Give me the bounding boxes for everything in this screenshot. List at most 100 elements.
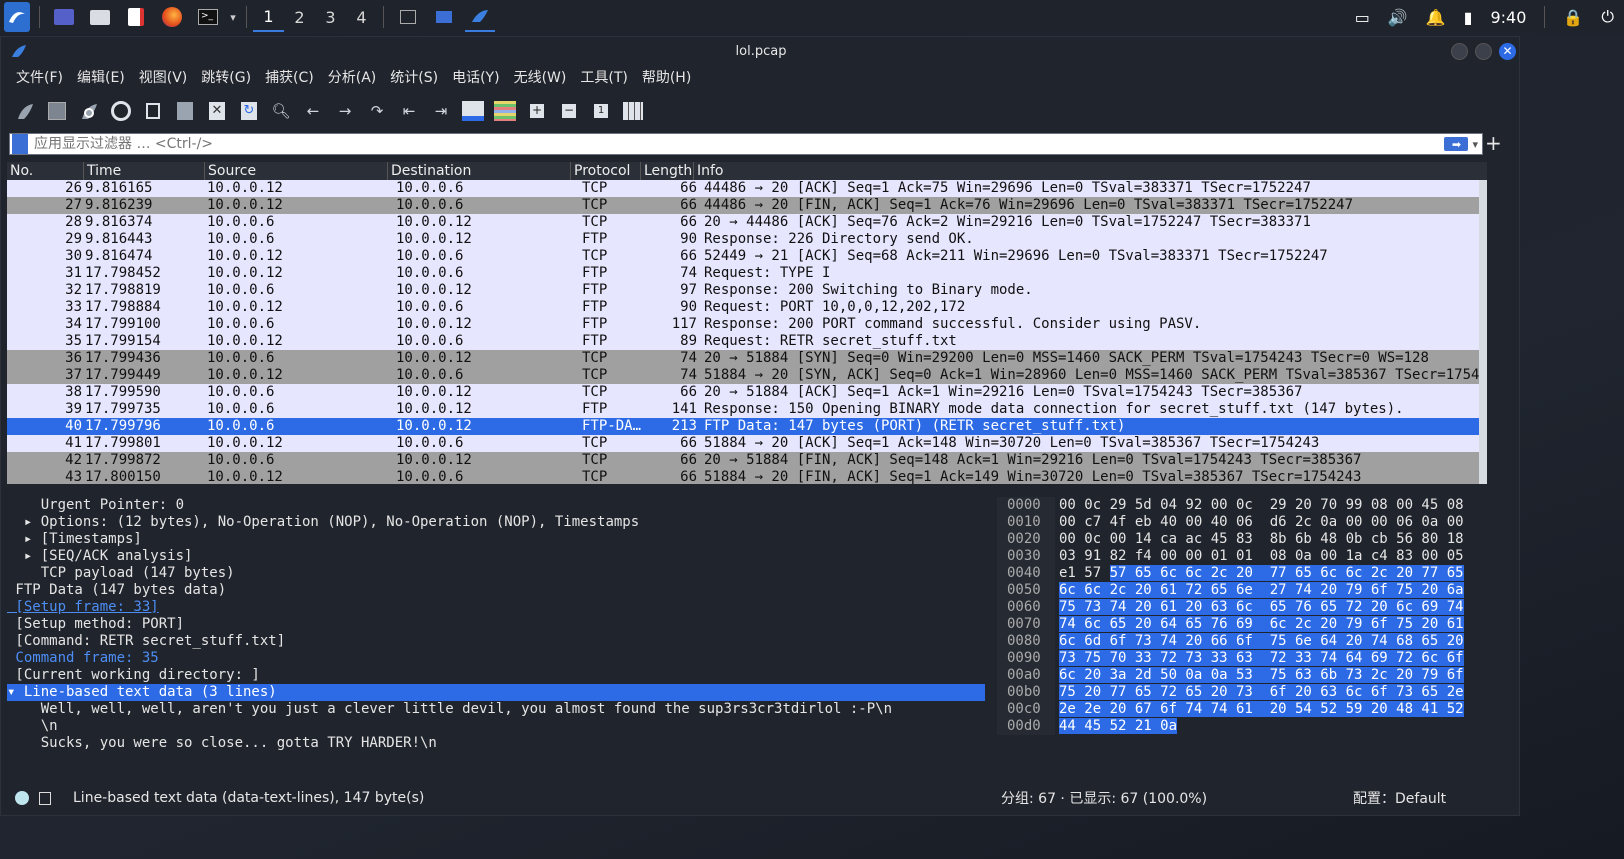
hex-row[interactable]: 0000 00 0c 29 5d 04 92 00 0c 29 20 70 99 …: [997, 497, 1503, 514]
hex-row[interactable]: 0040 e1 57 57 65 6c 6c 2c 20 77 65 6c 6c …: [997, 565, 1503, 582]
open-file-icon[interactable]: [137, 96, 169, 126]
capture-options-icon[interactable]: [105, 96, 137, 126]
detail-tree-item[interactable]: [Command: RETR secret_stuff.txt]: [7, 633, 985, 650]
column-header-source[interactable]: Source: [205, 162, 388, 180]
colorize-icon[interactable]: [489, 96, 521, 126]
add-filter-button[interactable]: +: [1485, 131, 1502, 155]
filter-dropdown-icon[interactable]: ▾: [1472, 138, 1478, 151]
table-row[interactable]: 40 17.799796 10.0.0.6 10.0.0.12 FTP-DA… 213 FT…: [7, 418, 1487, 435]
detail-tree-item[interactable]: \n: [7, 718, 985, 735]
table-row[interactable]: 33 17.798884 10.0.0.12 10.0.0.6 FTP 90 Request…: [7, 299, 1487, 316]
menu-wireless[interactable]: 无线(W): [507, 66, 574, 90]
workspace-4[interactable]: 4: [346, 2, 377, 32]
column-header-time[interactable]: Time: [84, 162, 205, 180]
restart-capture-icon[interactable]: [73, 96, 105, 126]
hex-row[interactable]: 00a0 6c 20 3a 2d 50 0a 0a 53 75 63 6b 73 …: [997, 667, 1503, 684]
hex-row[interactable]: 00b0 75 20 77 65 72 65 20 73 6f 20 63 6c …: [997, 684, 1503, 701]
go-to-packet-icon[interactable]: ↷: [361, 96, 393, 126]
lock-icon[interactable]: 🔒: [1563, 8, 1583, 27]
stop-capture-icon[interactable]: [41, 96, 73, 126]
menu-help[interactable]: 帮助(H): [635, 66, 698, 90]
table-row[interactable]: 30 9.816474 10.0.0.12 10.0.0.6 TCP 66 52449 → …: [7, 248, 1487, 265]
battery-icon[interactable]: ▮: [1464, 8, 1473, 27]
status-profile[interactable]: 配置：Default: [1353, 788, 1446, 808]
menu-view[interactable]: 视图(V): [132, 66, 195, 90]
table-row[interactable]: 41 17.799801 10.0.0.12 10.0.0.6 TCP 66 51884 →…: [7, 435, 1487, 452]
hex-row[interactable]: 0080 6c 6d 6f 73 74 20 66 6f 75 6e 64 20 …: [997, 633, 1503, 650]
hex-row[interactable]: 0020 00 0c 00 14 ca ac 45 83 8b 6b 48 0b …: [997, 531, 1503, 548]
chevron-down-icon[interactable]: ▾: [226, 2, 240, 32]
power-icon[interactable]: ⏻: [1601, 7, 1614, 27]
kali-menu-icon[interactable]: [4, 2, 30, 32]
text-editor-icon[interactable]: [121, 2, 151, 32]
apply-filter-button[interactable]: ➡: [1444, 137, 1469, 151]
table-row[interactable]: 39 17.799735 10.0.0.6 10.0.0.12 FTP 141 Respon…: [7, 401, 1487, 418]
column-header-length[interactable]: Length: [641, 162, 694, 180]
hex-row[interactable]: 0060 75 73 74 20 61 20 63 6c 65 76 65 72 …: [997, 599, 1503, 616]
folder-window-icon[interactable]: [429, 2, 459, 32]
detail-tree-item[interactable]: ▸ [Timestamps]: [7, 531, 985, 548]
hex-row[interactable]: 0010 00 c7 4f eb 40 00 40 06 d6 2c 0a 00 …: [997, 514, 1503, 531]
close-button[interactable]: ✕: [1499, 43, 1516, 60]
workspace-2[interactable]: 2: [284, 2, 315, 32]
column-header-protocol[interactable]: Protocol: [571, 162, 641, 180]
menu-analyze[interactable]: 分析(A): [321, 66, 384, 90]
detail-tree-item[interactable]: Urgent Pointer: 0: [7, 497, 985, 514]
table-row[interactable]: 27 9.816239 10.0.0.12 10.0.0.6 TCP 66 44486 → …: [7, 197, 1487, 214]
go-back-icon[interactable]: ←: [297, 96, 329, 126]
detail-tree-item[interactable]: [Setup method: PORT]: [7, 616, 985, 633]
table-row[interactable]: 43 17.800150 10.0.0.12 10.0.0.6 TCP 66 51884 →…: [7, 469, 1487, 484]
table-row[interactable]: 28 9.816374 10.0.0.6 10.0.0.12 TCP 66 20 → 444…: [7, 214, 1487, 231]
menu-tools[interactable]: 工具(T): [573, 66, 634, 90]
table-row[interactable]: 31 17.798452 10.0.0.12 10.0.0.6 FTP 74 Request…: [7, 265, 1487, 282]
table-row[interactable]: 37 17.799449 10.0.0.12 10.0.0.6 TCP 74 51884 →…: [7, 367, 1487, 384]
table-row[interactable]: 36 17.799436 10.0.0.6 10.0.0.12 TCP 74 20 → 51…: [7, 350, 1487, 367]
wireshark-window-icon[interactable]: [465, 2, 495, 32]
detail-tree-item[interactable]: FTP Data (147 bytes data): [7, 582, 985, 599]
table-row[interactable]: 34 17.799100 10.0.0.6 10.0.0.12 FTP 117 Respon…: [7, 316, 1487, 333]
save-file-icon[interactable]: [169, 96, 201, 126]
display-filter-input[interactable]: [28, 134, 1445, 154]
autoscroll-icon[interactable]: [457, 96, 489, 126]
column-header-no[interactable]: No.: [7, 162, 84, 180]
table-row[interactable]: 38 17.799590 10.0.0.6 10.0.0.12 TCP 66 20 → 51…: [7, 384, 1487, 401]
table-row[interactable]: 42 17.799872 10.0.0.6 10.0.0.12 TCP 66 20 → 51…: [7, 452, 1487, 469]
menu-statistics[interactable]: 统计(S): [383, 66, 445, 90]
menu-edit[interactable]: 编辑(E): [70, 66, 132, 90]
notification-bell-icon[interactable]: 🔔: [1426, 8, 1446, 27]
detail-tree-item[interactable]: [Current working directory: ]: [7, 667, 985, 684]
hex-row[interactable]: 0050 6c 6c 2c 20 61 72 65 6e 27 74 20 79 …: [997, 582, 1503, 599]
table-row[interactable]: 29 9.816443 10.0.0.6 10.0.0.12 FTP 90 Response…: [7, 231, 1487, 248]
zoom-in-icon[interactable]: +: [521, 96, 553, 126]
workspace-1[interactable]: 1: [253, 2, 284, 32]
resize-columns-icon[interactable]: [617, 96, 649, 126]
hex-row[interactable]: 0090 73 75 70 33 72 73 33 63 72 33 74 64 …: [997, 650, 1503, 667]
workspace-3[interactable]: 3: [315, 2, 346, 32]
first-packet-icon[interactable]: ⇤: [393, 96, 425, 126]
start-capture-icon[interactable]: [9, 96, 41, 126]
terminal-icon[interactable]: >_: [193, 2, 223, 32]
detail-tree-item[interactable]: Sucks, you were so close... gotta TRY HA…: [7, 735, 985, 752]
menu-telephony[interactable]: 电话(Y): [445, 66, 506, 90]
detail-tree-item[interactable]: TCP payload (147 bytes): [7, 565, 985, 582]
detail-tree-item[interactable]: [Setup frame: 33]: [7, 599, 985, 616]
last-packet-icon[interactable]: ⇥: [425, 96, 457, 126]
detail-tree-item[interactable]: ▸ [SEQ/ACK analysis]: [7, 548, 985, 565]
reload-file-icon[interactable]: ↻: [233, 96, 265, 126]
table-row[interactable]: 26 9.816165 10.0.0.12 10.0.0.6 TCP 66 44486 → …: [7, 180, 1487, 197]
table-row[interactable]: 35 17.799154 10.0.0.12 10.0.0.6 FTP 89 Request…: [7, 333, 1487, 350]
terminal-window-icon[interactable]: [393, 2, 423, 32]
close-file-icon[interactable]: ✕: [201, 96, 233, 126]
detail-tree-item[interactable]: ▸ Options: (12 bytes), No-Operation (NOP…: [7, 514, 985, 531]
edit-comment-icon[interactable]: [39, 791, 51, 805]
menu-capture[interactable]: 捕获(C): [258, 66, 321, 90]
display-icon[interactable]: ▭: [1355, 8, 1370, 27]
detail-tree-item[interactable]: ▾ Line-based text data (3 lines): [7, 684, 985, 701]
column-header-info[interactable]: Info: [694, 162, 1487, 180]
volume-icon[interactable]: 🔊: [1388, 8, 1408, 27]
detail-tree-item[interactable]: Command frame: 35: [7, 650, 985, 667]
zoom-out-icon[interactable]: −: [553, 96, 585, 126]
menu-go[interactable]: 跳转(G): [194, 66, 258, 90]
desktop-icon[interactable]: [49, 2, 79, 32]
column-header-destination[interactable]: Destination: [388, 162, 571, 180]
